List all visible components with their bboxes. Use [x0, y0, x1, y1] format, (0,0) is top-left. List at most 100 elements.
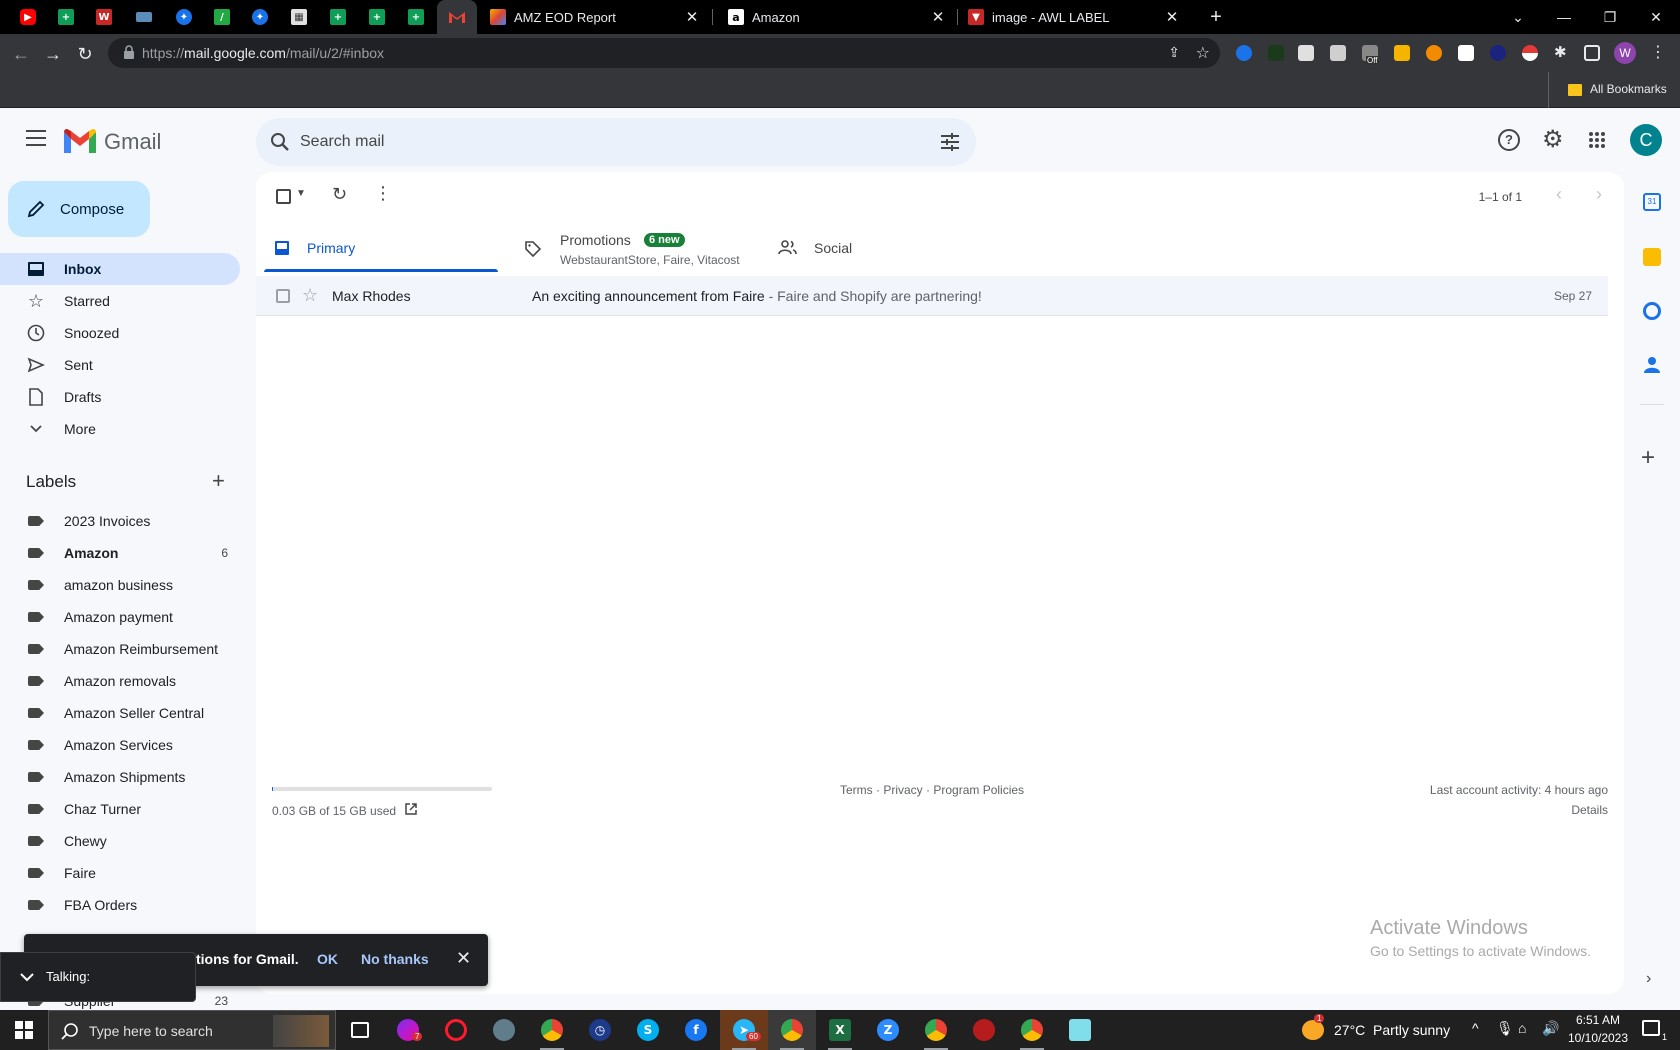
more-options-icon[interactable]: ⋮: [374, 183, 392, 204]
extension-icon[interactable]: [1236, 45, 1252, 61]
task-view-button[interactable]: [336, 1010, 384, 1050]
program-policies-link[interactable]: Program Policies: [933, 783, 1024, 797]
network-icon[interactable]: ⌂: [1518, 1020, 1526, 1036]
opera-taskbar-button[interactable]: [432, 1010, 480, 1050]
email-row[interactable]: ☆ Max Rhodes An exciting announcement fr…: [256, 276, 1608, 316]
minimize-button[interactable]: —: [1541, 0, 1587, 34]
tab-promotions[interactable]: Promotions 6 new WebstaurantStore, Faire…: [524, 224, 756, 272]
label-item[interactable]: Faire: [0, 857, 240, 889]
taskbar-app[interactable]: 7: [384, 1010, 432, 1050]
compose-button[interactable]: Compose: [8, 181, 150, 237]
google-apps-icon[interactable]: [1588, 131, 1606, 149]
close-tab-icon[interactable]: ✕: [930, 8, 946, 26]
side-panel-icon[interactable]: [1584, 45, 1600, 61]
search-options-icon[interactable]: [940, 133, 960, 151]
select-all-checkbox[interactable]: [276, 189, 291, 204]
details-link[interactable]: Details: [1571, 803, 1608, 817]
profile-avatar[interactable]: W: [1614, 42, 1636, 64]
label-item[interactable]: Amazon Seller Central: [0, 697, 240, 729]
label-item[interactable]: Amazon Services: [0, 729, 240, 761]
volume-icon[interactable]: 🔊: [1542, 1020, 1559, 1037]
all-bookmarks-label[interactable]: All Bookmarks: [1590, 82, 1667, 96]
taskbar-app[interactable]: [960, 1010, 1008, 1050]
select-dropdown-icon[interactable]: ▼: [296, 188, 306, 199]
facebook-taskbar-button[interactable]: f: [672, 1010, 720, 1050]
start-button[interactable]: [0, 1010, 48, 1050]
search-bar[interactable]: Search mail: [256, 118, 976, 166]
taskbar-search[interactable]: Type here to search: [48, 1010, 336, 1050]
extension-icon[interactable]: [1298, 45, 1314, 61]
address-bar[interactable]: https://mail.google.com/mail/u/2/#inbox …: [108, 38, 1220, 68]
taskbar-app[interactable]: [480, 1010, 528, 1050]
sheets3-pinned-tab[interactable]: +: [365, 5, 389, 29]
add-addon-icon[interactable]: +: [1641, 444, 1655, 472]
label-item[interactable]: Chewy: [0, 825, 240, 857]
extension-icon[interactable]: [1426, 45, 1442, 61]
sidebar-item-snoozed[interactable]: Snoozed: [0, 317, 240, 349]
snackbar-ok-button[interactable]: OK: [317, 951, 338, 967]
sidebar-item-starred[interactable]: ☆ Starred: [0, 285, 240, 317]
label-item[interactable]: 2023 Invoices: [0, 505, 240, 537]
newer-chevron-icon[interactable]: ‹: [1556, 184, 1562, 205]
weather-icon[interactable]: [1302, 1020, 1324, 1040]
pokeball-extension-icon[interactable]: [1522, 45, 1538, 61]
back-button[interactable]: ←: [8, 41, 34, 67]
sheets4-pinned-tab[interactable]: +: [404, 5, 428, 29]
tab-awl-label[interactable]: ▼ image - AWL LABEL ✕: [958, 0, 1190, 34]
chrome-profile-taskbar-button[interactable]: [768, 1010, 816, 1050]
card-pinned-tab[interactable]: [132, 5, 156, 29]
open-external-icon[interactable]: [404, 802, 418, 816]
w-pinned-tab[interactable]: W: [92, 5, 116, 29]
row-star-icon[interactable]: ☆: [302, 285, 318, 306]
action-center-icon[interactable]: [1642, 1020, 1660, 1036]
label-item[interactable]: Chaz Turner: [0, 793, 240, 825]
reload-button[interactable]: ↻: [72, 41, 98, 67]
keep-icon[interactable]: [1643, 248, 1661, 266]
sidebar-item-more[interactable]: More: [0, 413, 240, 445]
sidebar-item-inbox[interactable]: Inbox: [0, 253, 240, 285]
label-item[interactable]: FBA Orders: [0, 889, 240, 921]
forward-button[interactable]: →: [40, 41, 66, 67]
label-item[interactable]: amazon business: [0, 569, 240, 601]
calendar-icon[interactable]: 31: [1643, 193, 1661, 211]
clock-time[interactable]: 6:51 AM: [1568, 1013, 1628, 1027]
tab-primary[interactable]: Primary: [264, 224, 498, 272]
label-item[interactable]: Amazon payment: [0, 601, 240, 633]
tray-chevron-up-icon[interactable]: ^: [1472, 1020, 1479, 1036]
restore-button[interactable]: ❐: [1587, 0, 1633, 34]
search-icon[interactable]: [270, 132, 290, 152]
excel-taskbar-button[interactable]: X: [816, 1010, 864, 1050]
close-window-button[interactable]: ✕: [1633, 0, 1679, 34]
chrome-taskbar-button[interactable]: [528, 1010, 576, 1050]
refresh-icon[interactable]: ↻: [332, 184, 347, 205]
gmail-pinned-tab-active[interactable]: [437, 0, 477, 34]
tab-search-icon[interactable]: ⌄: [1495, 0, 1541, 34]
sidebar-item-sent[interactable]: Sent: [0, 349, 240, 381]
tab-amazon[interactable]: a Amazon ✕: [718, 0, 956, 34]
snackbar-close-icon[interactable]: ✕: [456, 948, 471, 969]
settings-gear-icon[interactable]: ⚙: [1542, 125, 1564, 154]
app2-pinned-tab[interactable]: ✦: [248, 5, 272, 29]
extension-icon[interactable]: [1268, 45, 1284, 61]
microphone-icon[interactable]: 🎙: [1496, 1020, 1514, 1037]
sheets2-pinned-tab[interactable]: +: [326, 5, 350, 29]
puzzle-extensions-icon[interactable]: ✱: [1554, 43, 1570, 61]
sheets-pinned-tab[interactable]: +: [54, 5, 78, 29]
evernote-pinned-tab[interactable]: /: [210, 5, 234, 29]
qr-extension-icon[interactable]: [1458, 45, 1474, 61]
zoom-taskbar-button[interactable]: Z: [864, 1010, 912, 1050]
taskbar-app[interactable]: ◷: [576, 1010, 624, 1050]
bookmark-star-icon[interactable]: ☆: [1196, 43, 1210, 63]
row-checkbox[interactable]: [276, 289, 290, 303]
tasks-icon[interactable]: [1643, 302, 1661, 320]
label-item[interactable]: Amazon Shipments: [0, 761, 240, 793]
gmail-logo-text[interactable]: Gmail: [104, 129, 161, 155]
chevron-down-icon[interactable]: [19, 972, 35, 982]
tab-social[interactable]: Social: [778, 224, 998, 272]
app-pinned-tab[interactable]: ✦: [172, 5, 196, 29]
chrome-s-taskbar-button[interactable]: [1008, 1010, 1056, 1050]
weather-text[interactable]: 27°C Partly sunny: [1334, 1022, 1450, 1038]
extension-icon[interactable]: [1490, 45, 1506, 61]
label-item[interactable]: Amazon 6: [0, 537, 240, 569]
chrome-va-taskbar-button[interactable]: [912, 1010, 960, 1050]
